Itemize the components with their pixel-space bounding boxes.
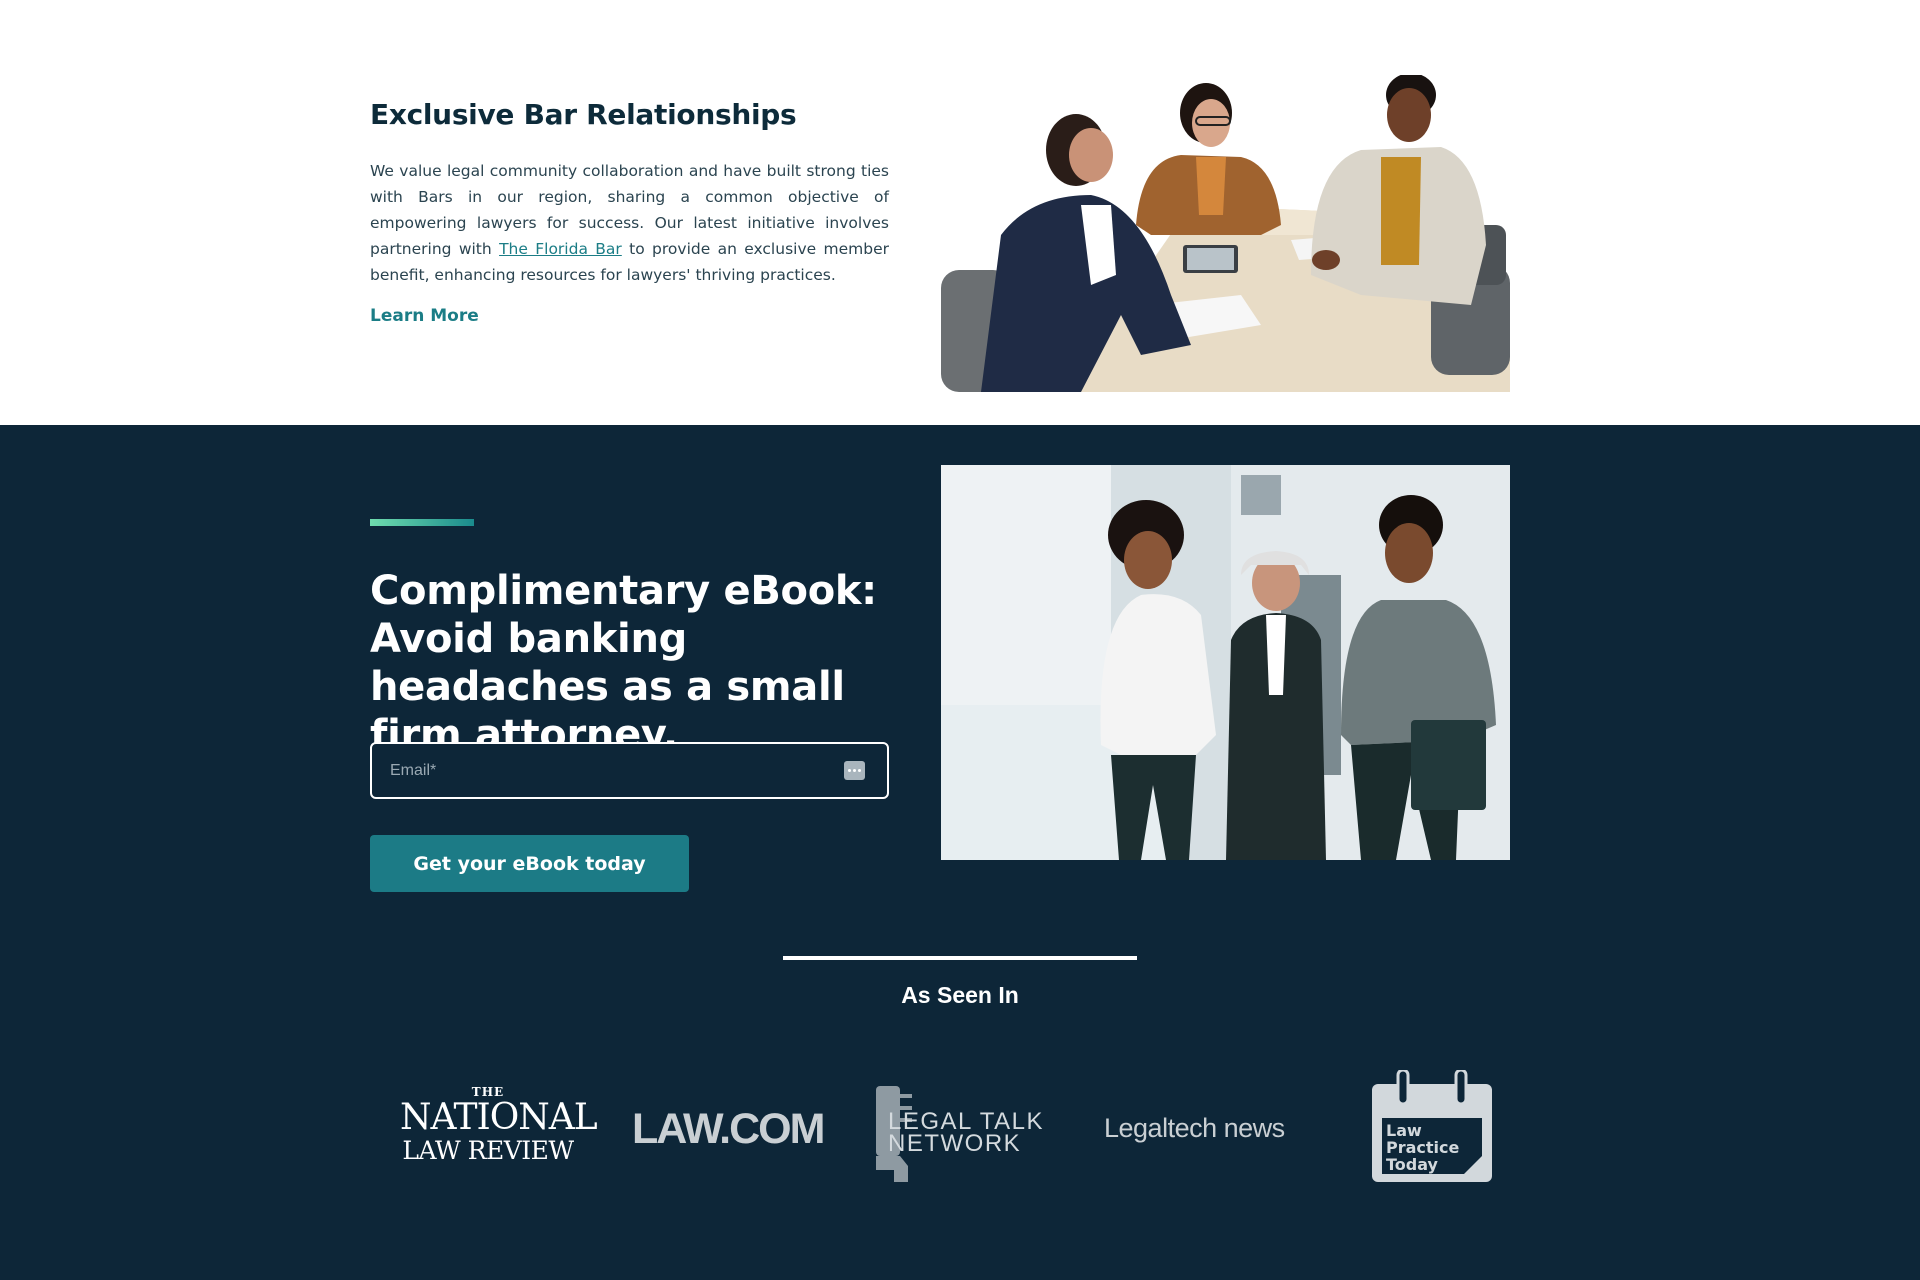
meeting-photo bbox=[941, 75, 1510, 392]
florida-bar-link[interactable]: The Florida Bar bbox=[499, 240, 622, 258]
as-seen-in-divider bbox=[783, 956, 1137, 960]
national-law-review-logo: THE NATIONAL LAW REVIEW bbox=[400, 1085, 598, 1165]
law-practice-today-logo: Law Practice Today bbox=[1370, 1068, 1494, 1184]
get-ebook-button[interactable]: Get your eBook today bbox=[370, 835, 689, 892]
bar-relationships-title: Exclusive Bar Relationships bbox=[370, 98, 797, 131]
as-seen-in-title: As Seen In bbox=[901, 982, 1019, 1008]
team-photo bbox=[941, 465, 1510, 860]
ltn-line2: NETWORK bbox=[888, 1130, 1022, 1157]
calendar-icon: Law Practice Today bbox=[1372, 1068, 1492, 1182]
bar-relationships-section: Exclusive Bar Relationships We value leg… bbox=[0, 0, 1920, 425]
password-manager-dots-icon[interactable] bbox=[844, 761, 865, 780]
nlr-line2: LAW REVIEW bbox=[402, 1136, 574, 1165]
accent-divider bbox=[370, 519, 474, 526]
team-photo-illustration bbox=[941, 465, 1510, 860]
bar-relationships-text: We value legal community collaboration a… bbox=[370, 158, 889, 288]
meeting-photo-illustration bbox=[941, 75, 1510, 392]
law-com-logo: LAW.COM bbox=[632, 1105, 825, 1153]
ebook-title: Complimentary eBook: Avoid banking heada… bbox=[370, 568, 877, 758]
email-input[interactable] bbox=[390, 744, 830, 797]
nlr-line1: NATIONAL bbox=[400, 1097, 598, 1138]
learn-more-link[interactable]: Learn More bbox=[370, 306, 479, 326]
email-field[interactable] bbox=[370, 742, 889, 799]
lpt-line3: Today bbox=[1386, 1155, 1439, 1174]
legal-talk-network-logo: LEGAL TALK NETWORK bbox=[874, 1086, 1050, 1182]
legaltech-news-logo: Legaltech news bbox=[1104, 1113, 1285, 1143]
